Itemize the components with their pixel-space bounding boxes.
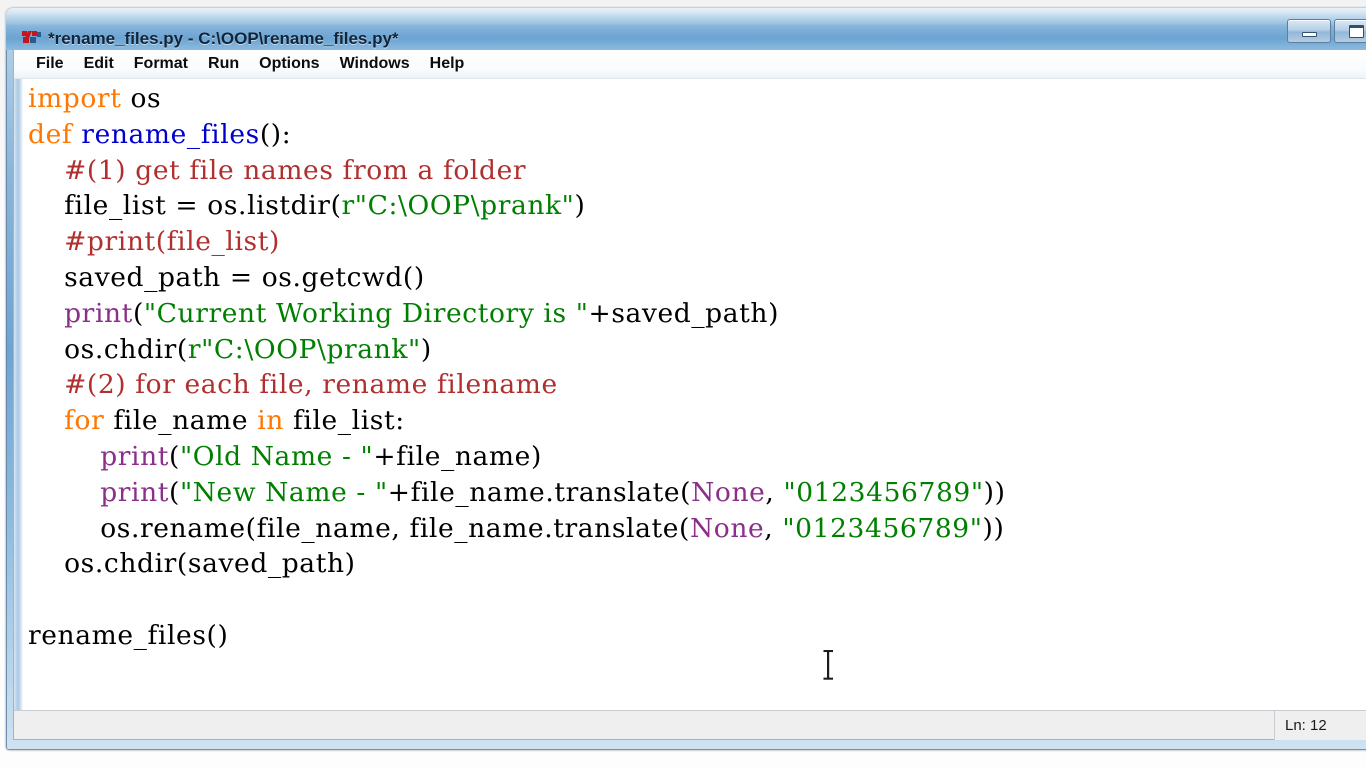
window-client-area: File Edit Format Run Options Windows Hel…	[13, 50, 1366, 740]
code-line: os.chdir(saved_path)	[64, 548, 356, 580]
code-line: #(2) for each file, rename filename	[64, 369, 558, 401]
code-line: print("Old Name - "+file_name)	[100, 440, 542, 472]
window-title: *rename_files.py - C:\OOP\rename_files.p…	[48, 29, 399, 48]
maximize-icon	[1348, 24, 1364, 38]
title-bar-gloss	[6, 8, 1366, 25]
code-line: #print(file_list)	[64, 226, 280, 258]
python-idle-icon	[20, 28, 42, 48]
menu-bar: File Edit Format Run Options Windows Hel…	[14, 50, 1366, 79]
code-line: import os	[28, 83, 162, 114]
menu-item-run[interactable]: Run	[198, 54, 249, 75]
idle-editor-window: *rename_files.py - C:\OOP\rename_files.p…	[6, 8, 1366, 750]
code-line: file_list = os.listdir(r"C:\OOP\prank")	[64, 190, 586, 222]
minimize-button[interactable]	[1287, 19, 1331, 43]
code-line: os.rename(file_name, file_name.translate…	[100, 512, 1005, 544]
menu-item-format[interactable]: Format	[124, 54, 198, 75]
code-line: saved_path = os.getcwd()	[64, 261, 425, 293]
code-line: print("New Name - "+file_name.translate(…	[100, 476, 1006, 508]
code-line: print("Current Working Directory is "+sa…	[64, 297, 780, 329]
minimize-icon	[1301, 31, 1317, 37]
code-editor[interactable]: import os def rename_files(): #(1) get fi…	[14, 79, 1366, 711]
code-text[interactable]: import os def rename_files(): #(1) get fi…	[28, 81, 1366, 654]
menu-item-help[interactable]: Help	[420, 54, 475, 75]
title-bar[interactable]: *rename_files.py - C:\OOP\rename_files.p…	[6, 8, 1366, 50]
status-line-position: Ln: 12	[1274, 711, 1366, 740]
maximize-button[interactable]	[1334, 19, 1366, 43]
status-bar: Ln: 12	[14, 710, 1366, 740]
menu-item-edit[interactable]: Edit	[74, 54, 124, 75]
code-line: os.chdir(r"C:\OOP\prank")	[64, 333, 432, 365]
menu-item-windows[interactable]: Windows	[330, 54, 420, 75]
code-line: def rename_files():	[28, 118, 292, 150]
desktop-background: *rename_files.py - C:\OOP\rename_files.p…	[0, 0, 1366, 768]
code-line: rename_files()	[28, 619, 229, 651]
caption-button-group	[1287, 19, 1366, 43]
code-line: for file_name in file_list:	[64, 405, 405, 437]
menu-item-file[interactable]: File	[26, 54, 74, 75]
menu-item-options[interactable]: Options	[249, 54, 329, 75]
text-ibeam-cursor	[823, 649, 834, 681]
editor-left-rail	[14, 79, 23, 711]
code-line: #(1) get file names from a folder	[64, 154, 527, 186]
